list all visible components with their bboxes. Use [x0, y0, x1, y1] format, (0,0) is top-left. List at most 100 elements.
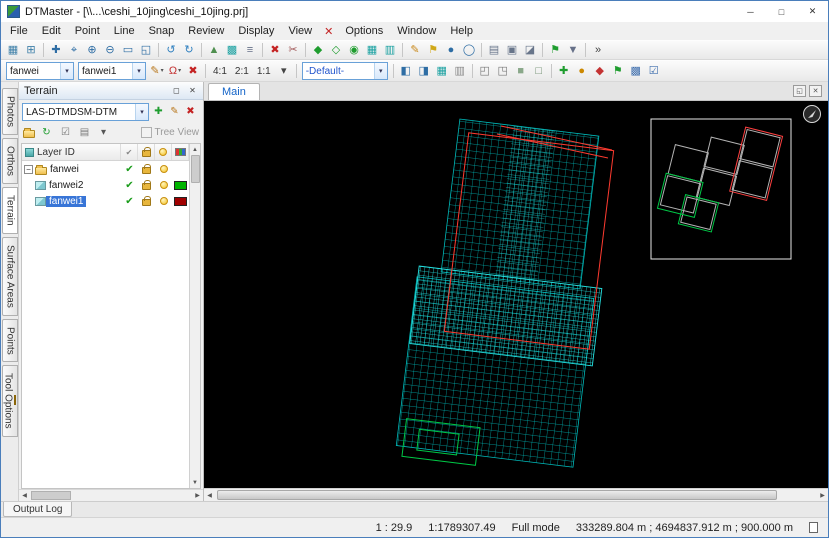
panel-scroll-thumb[interactable] — [31, 491, 71, 500]
table-view-icon[interactable]: ▤ — [77, 125, 92, 140]
layer-name[interactable]: fanwei — [47, 164, 82, 175]
menu-display[interactable]: Display — [231, 24, 281, 38]
edit-dtm-icon[interactable]: ✎ — [167, 105, 182, 120]
hatch-style-icon[interactable]: ▩ — [627, 63, 645, 80]
side-tab-surface-areas[interactable]: Surface Areas — [1, 236, 18, 316]
circle-tool-icon[interactable]: ◯ — [460, 42, 478, 59]
tab-main[interactable]: Main — [208, 83, 260, 100]
menu-point[interactable]: Point — [68, 24, 107, 38]
zoom-ratio-2-1[interactable]: 2:1 — [231, 66, 253, 77]
scroll-up-icon[interactable]: ▲ — [190, 144, 201, 155]
dropdown-caret-icon[interactable]: ▾ — [161, 68, 164, 74]
maximize-button[interactable]: □ — [766, 1, 797, 22]
color-cell[interactable] — [172, 193, 189, 209]
snap-magnet-icon[interactable]: Ω ▾ — [166, 63, 184, 80]
display-column-header[interactable] — [155, 144, 172, 160]
clear-selection-icon[interactable]: ✖ — [184, 63, 202, 80]
more-tools-icon[interactable]: ▼ — [564, 42, 582, 59]
layer-label-cell[interactable]: fanwei2 — [22, 177, 121, 193]
scroll-left-icon[interactable]: ◀ — [204, 490, 215, 501]
menu-view[interactable]: View — [281, 24, 319, 38]
dsm-grid-icon[interactable]: ▥ — [381, 42, 399, 59]
panel-horizontal-scrollbar[interactable]: ◀ ▶ — [19, 489, 203, 501]
visibility-cell[interactable]: ✔ — [121, 177, 138, 193]
layer-label-cell[interactable]: − fanwei — [22, 161, 121, 177]
toolbar-overflow-icon[interactable]: » — [589, 42, 607, 59]
draw-mode-icon[interactable]: ✎ ▾ — [148, 63, 166, 80]
dropdown-caret-icon[interactable]: ▾ — [178, 68, 181, 74]
tin-surface-icon[interactable]: ▲ — [205, 42, 223, 59]
move-point-icon[interactable]: ✚ — [47, 42, 65, 59]
float-view-icon[interactable]: ◱ — [793, 85, 806, 97]
contour-icon[interactable]: ≡ — [241, 42, 259, 59]
stereo-canvas[interactable] — [204, 101, 828, 488]
visibility-cell[interactable]: ✔ — [121, 193, 138, 209]
side-tab-points[interactable]: Points — [1, 318, 18, 363]
shade-mode-icon[interactable]: ◪ — [521, 42, 539, 59]
side-tab-terrain[interactable]: Terrain — [1, 187, 18, 234]
zoom-ratio-4-1[interactable]: 4:1 — [209, 66, 231, 77]
dock-panel-icon[interactable]: ◻ — [169, 84, 184, 98]
point-style-icon[interactable]: ● — [573, 63, 591, 80]
corner-ne-icon[interactable]: ◳ — [494, 63, 512, 80]
layer-row-fanwei[interactable]: − fanwei ✔ — [22, 161, 189, 177]
zoom-window-icon[interactable]: ▭ — [119, 42, 137, 59]
stereo-view-icon[interactable]: ▦ — [4, 42, 22, 59]
split-view-icon[interactable]: ⊞ — [22, 42, 40, 59]
menu-close-doc-icon[interactable]: ✕ — [319, 24, 338, 39]
zoom-in-icon[interactable]: ⊕ — [83, 42, 101, 59]
main-horizontal-scrollbar[interactable]: ◀ ▶ — [204, 488, 828, 501]
minimize-button[interactable]: ─ — [735, 1, 766, 22]
layer-id-column-header[interactable]: Layer ID — [22, 144, 121, 160]
menu-edit[interactable]: Edit — [35, 24, 68, 38]
main-scroll-thumb[interactable] — [217, 490, 777, 500]
option-check-icon[interactable]: ☑ — [645, 63, 663, 80]
side-tab-tool-options[interactable]: Tool Options — [1, 365, 18, 437]
corner-nw-icon[interactable]: ◰ — [476, 63, 494, 80]
terrain-panel-header[interactable]: Terrain ◻ ✕ — [19, 82, 203, 100]
mark-flag-icon[interactable]: ⚑ — [424, 42, 442, 59]
previous-view-icon[interactable]: ↺ — [162, 42, 180, 59]
scroll-right-icon[interactable]: ▶ — [817, 490, 828, 501]
color-cell[interactable] — [172, 161, 189, 177]
lock-cell[interactable] — [138, 193, 155, 209]
add-point-icon[interactable]: ◆ — [309, 42, 327, 59]
right-image-icon[interactable]: ◨ — [415, 63, 433, 80]
panel-menu-icon[interactable]: ▾ — [96, 125, 111, 140]
color-cell[interactable] — [172, 177, 189, 193]
zoom-ratio-menu-icon[interactable]: ▾ — [275, 63, 293, 80]
layer-row-fanwei2[interactable]: fanwei2 ✔ — [22, 177, 189, 193]
menu-file[interactable]: File — [3, 24, 35, 38]
draw-line-icon[interactable]: ✎ — [406, 42, 424, 59]
active-range-combo[interactable]: fanwei ▾ — [6, 62, 74, 80]
finish-flag-icon[interactable]: ⚑ — [546, 42, 564, 59]
side-tab-photos[interactable]: Photos — [1, 88, 18, 136]
left-image-icon[interactable]: ◧ — [397, 63, 415, 80]
open-terrain-icon[interactable] — [23, 128, 35, 138]
dtm-grid-icon[interactable]: ▦ — [363, 42, 381, 59]
add-feature-icon[interactable]: ✚ — [555, 63, 573, 80]
close-view-icon[interactable]: ✕ — [809, 85, 822, 97]
scroll-left-icon[interactable]: ◀ — [19, 490, 30, 501]
zoom-ratio-1-1[interactable]: 1:1 — [253, 66, 275, 77]
menu-options[interactable]: Options — [338, 24, 390, 38]
remove-dtm-icon[interactable]: ✖ — [183, 105, 198, 120]
refresh-icon[interactable]: ↻ — [39, 125, 54, 140]
visibility-cell[interactable]: ✔ — [121, 161, 138, 177]
visibility-column-header[interactable]: ✔ — [121, 144, 138, 160]
flag-done-icon[interactable]: ⚑ — [609, 63, 627, 80]
center-cursor-icon[interactable]: ⌖ — [65, 42, 83, 59]
title-bar[interactable]: DTMaster - [\\...\ceshi_10jing\ceshi_10j… — [1, 1, 828, 22]
layer-name[interactable]: fanwei2 — [46, 180, 86, 191]
attribute-table-icon[interactable]: ▤ — [485, 42, 503, 59]
close-button[interactable]: ✕ — [797, 1, 828, 22]
tree-vertical-scrollbar[interactable]: ▲ ▼ — [189, 144, 200, 488]
circle-point-icon[interactable]: ● — [442, 42, 460, 59]
status-doc-icon[interactable] — [809, 522, 818, 533]
layer-label-cell[interactable]: fanwei1 — [22, 193, 121, 209]
overview-minimap[interactable] — [650, 111, 792, 260]
add-dtm-icon[interactable]: ✚ — [151, 105, 166, 120]
display-cell[interactable] — [155, 177, 172, 193]
lock-column-header[interactable] — [138, 144, 155, 160]
menu-line[interactable]: Line — [107, 24, 142, 38]
